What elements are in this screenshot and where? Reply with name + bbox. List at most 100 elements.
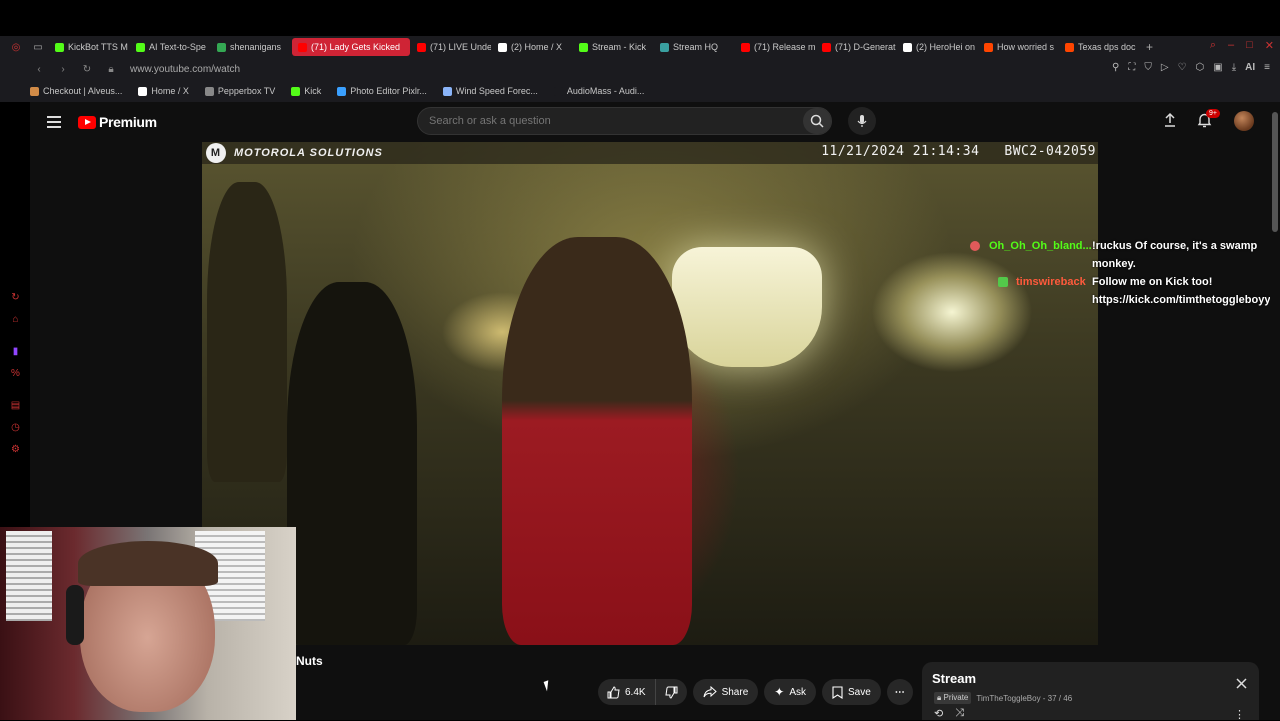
bookmark-item[interactable]: Wind Speed Forec...: [442, 86, 538, 96]
voice-search-button[interactable]: [848, 107, 876, 135]
discord-icon[interactable]: %: [10, 368, 21, 379]
bookmark-item[interactable]: Kick: [291, 86, 321, 96]
tab-search-icon[interactable]: ⌕: [1210, 39, 1216, 52]
youtube-header: Premium 9+: [30, 102, 1270, 142]
new-tab-button[interactable]: +: [1146, 40, 1153, 54]
tab-favicon-icon: [660, 42, 669, 52]
chat-username: timswireback: [1016, 276, 1086, 288]
tab-island-icon[interactable]: ▭: [32, 41, 44, 53]
close-window-icon[interactable]: ✕: [1265, 39, 1274, 52]
maximize-icon[interactable]: □: [1246, 39, 1253, 52]
bookmark-item[interactable]: Checkout | Alveus...: [30, 86, 122, 96]
reload-icon[interactable]: ↻: [78, 64, 96, 75]
shuffle-icon[interactable]: ⤨: [955, 707, 964, 720]
bookmark-item[interactable]: Pepperbox TV: [204, 86, 275, 96]
search-button[interactable]: [803, 108, 831, 134]
extensions-icon[interactable]: ⬡: [1196, 62, 1205, 73]
browser-tab[interactable]: Stream - Kick: [573, 38, 653, 56]
save-button[interactable]: Save: [822, 679, 881, 705]
browser-tab[interactable]: (71) Lady Gets Kicked: [292, 38, 410, 56]
loop-icon[interactable]: ⟲: [934, 707, 943, 720]
twitch-icon[interactable]: ▮: [10, 346, 21, 357]
browser-tab[interactable]: (2) Home / X: [492, 38, 572, 56]
thumbs-down-icon: [665, 686, 678, 699]
ai-button[interactable]: AI: [1245, 62, 1255, 73]
youtube-play-icon: [78, 115, 96, 129]
bookmark-item[interactable]: AudioMass - Audi...: [553, 86, 645, 96]
forward-icon[interactable]: ›: [54, 64, 72, 75]
bookmark-label: AudioMass - Audi...: [566, 86, 645, 96]
search-input[interactable]: [418, 108, 778, 134]
bookmark-label: Home / X: [151, 86, 189, 96]
back-icon[interactable]: ‹: [30, 64, 48, 75]
more-actions-button[interactable]: ⋯: [886, 679, 913, 705]
more-icon: ⋯: [894, 686, 905, 698]
tab-label: shenanigans: [230, 42, 282, 52]
minimize-icon[interactable]: –: [1228, 39, 1234, 52]
ask-label: Ask: [789, 686, 806, 698]
tab-label: (71) D-Generat: [835, 42, 896, 52]
chat-text: https://kick.com/timthetoggleboyy: [1092, 294, 1271, 306]
player-icon[interactable]: ▷: [1161, 62, 1169, 73]
browser-tab[interactable]: (71) LIVE Unde: [411, 38, 491, 56]
bookmark-item[interactable]: Home / X: [138, 86, 189, 96]
snapshot-icon[interactable]: ⛶: [1128, 62, 1135, 73]
tab-label: AI Text-to-Spe: [149, 42, 206, 52]
window-blinds-left: [6, 531, 52, 621]
browser-tab[interactable]: KickBot TTS M: [49, 38, 129, 56]
bookmark-label: Wind Speed Forec...: [455, 86, 538, 96]
bookmark-item[interactable]: Photo Editor Pixlr...: [337, 86, 427, 96]
ask-button[interactable]: ✦ Ask: [764, 679, 816, 705]
lock-icon: 🔒︎: [108, 63, 114, 75]
dislike-button[interactable]: [656, 679, 687, 705]
shield-icon[interactable]: ⛉: [1144, 62, 1152, 73]
account-avatar[interactable]: [1234, 111, 1254, 131]
webcam-overlay: [0, 527, 296, 720]
playlist-more-icon[interactable]: ⋮: [1234, 708, 1245, 721]
aria-icon[interactable]: ⌂: [10, 314, 21, 325]
browser-tab[interactable]: AI Text-to-Spe: [130, 38, 210, 56]
sparkle-icon: ✦: [774, 685, 785, 699]
create-button[interactable]: [1163, 112, 1177, 133]
speed-dial-icon[interactable]: ↻: [10, 292, 21, 303]
bookmark-favicon-icon: [553, 86, 563, 96]
browser-tab[interactable]: How worried s: [978, 38, 1058, 56]
pinboard-icon[interactable]: ▤: [10, 400, 21, 411]
browser-tab[interactable]: (2) HeroHei on: [897, 38, 977, 56]
tab-favicon-icon: [498, 42, 507, 52]
streamer-hair: [78, 541, 218, 586]
chat-message: Oh_Oh_Oh_bland... !ruckus Of course, it'…: [970, 238, 1280, 256]
tab-label: KickBot TTS M: [68, 42, 128, 52]
guide-menu-icon[interactable]: [47, 116, 61, 128]
browser-tab[interactable]: Texas dps doc: [1059, 38, 1139, 56]
share-icon: [703, 686, 717, 698]
heart-icon[interactable]: ♡: [1178, 62, 1187, 73]
browser-tab[interactable]: shenanigans: [211, 38, 291, 56]
like-button[interactable]: 6.4K: [598, 679, 656, 705]
tab-label: Stream HQ: [673, 42, 719, 52]
pin-icon[interactable]: ⚲: [1112, 62, 1119, 73]
close-playlist-button[interactable]: [1236, 676, 1247, 694]
browser-tab[interactable]: Stream HQ: [654, 38, 734, 56]
tab-favicon-icon: [741, 42, 750, 52]
bookmark-icon: [832, 685, 843, 699]
scrollbar-thumb[interactable]: [1272, 112, 1278, 232]
menu-icon[interactable]: ≡: [1264, 62, 1270, 73]
url-field[interactable]: www.youtube.com/watch: [130, 64, 240, 75]
notifications-button[interactable]: 9+: [1197, 109, 1220, 133]
history-icon[interactable]: ◷: [10, 422, 21, 433]
playlist-title[interactable]: Stream: [932, 671, 976, 686]
settings-icon[interactable]: ⚙: [10, 444, 21, 455]
video-player[interactable]: M MOTOROLA SOLUTIONS 11/21/2024 21:14:34…: [202, 142, 1098, 645]
browser-tab[interactable]: (71) D-Generat: [816, 38, 896, 56]
privacy-badge: 🔒︎ Private: [934, 692, 972, 704]
wallet-icon[interactable]: ▣: [1213, 62, 1222, 73]
page-scrollbar[interactable]: [1270, 102, 1280, 720]
share-button[interactable]: Share: [692, 679, 759, 705]
youtube-premium-logo[interactable]: Premium: [78, 114, 157, 130]
browser-tab[interactable]: (71) Release m: [735, 38, 815, 56]
chat-badge-icon: [998, 277, 1008, 287]
timestamp-text: 11/21/2024 21:14:34: [821, 144, 980, 159]
download-icon[interactable]: ⤓: [1232, 62, 1236, 73]
opera-menu-icon[interactable]: ◎: [10, 41, 22, 53]
